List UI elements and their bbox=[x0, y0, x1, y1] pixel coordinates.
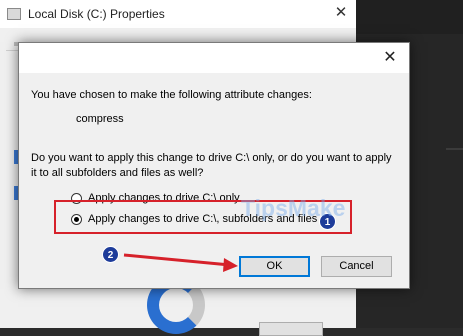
step-2-badge: 2 bbox=[102, 246, 119, 263]
annotation-arrow bbox=[123, 253, 238, 272]
